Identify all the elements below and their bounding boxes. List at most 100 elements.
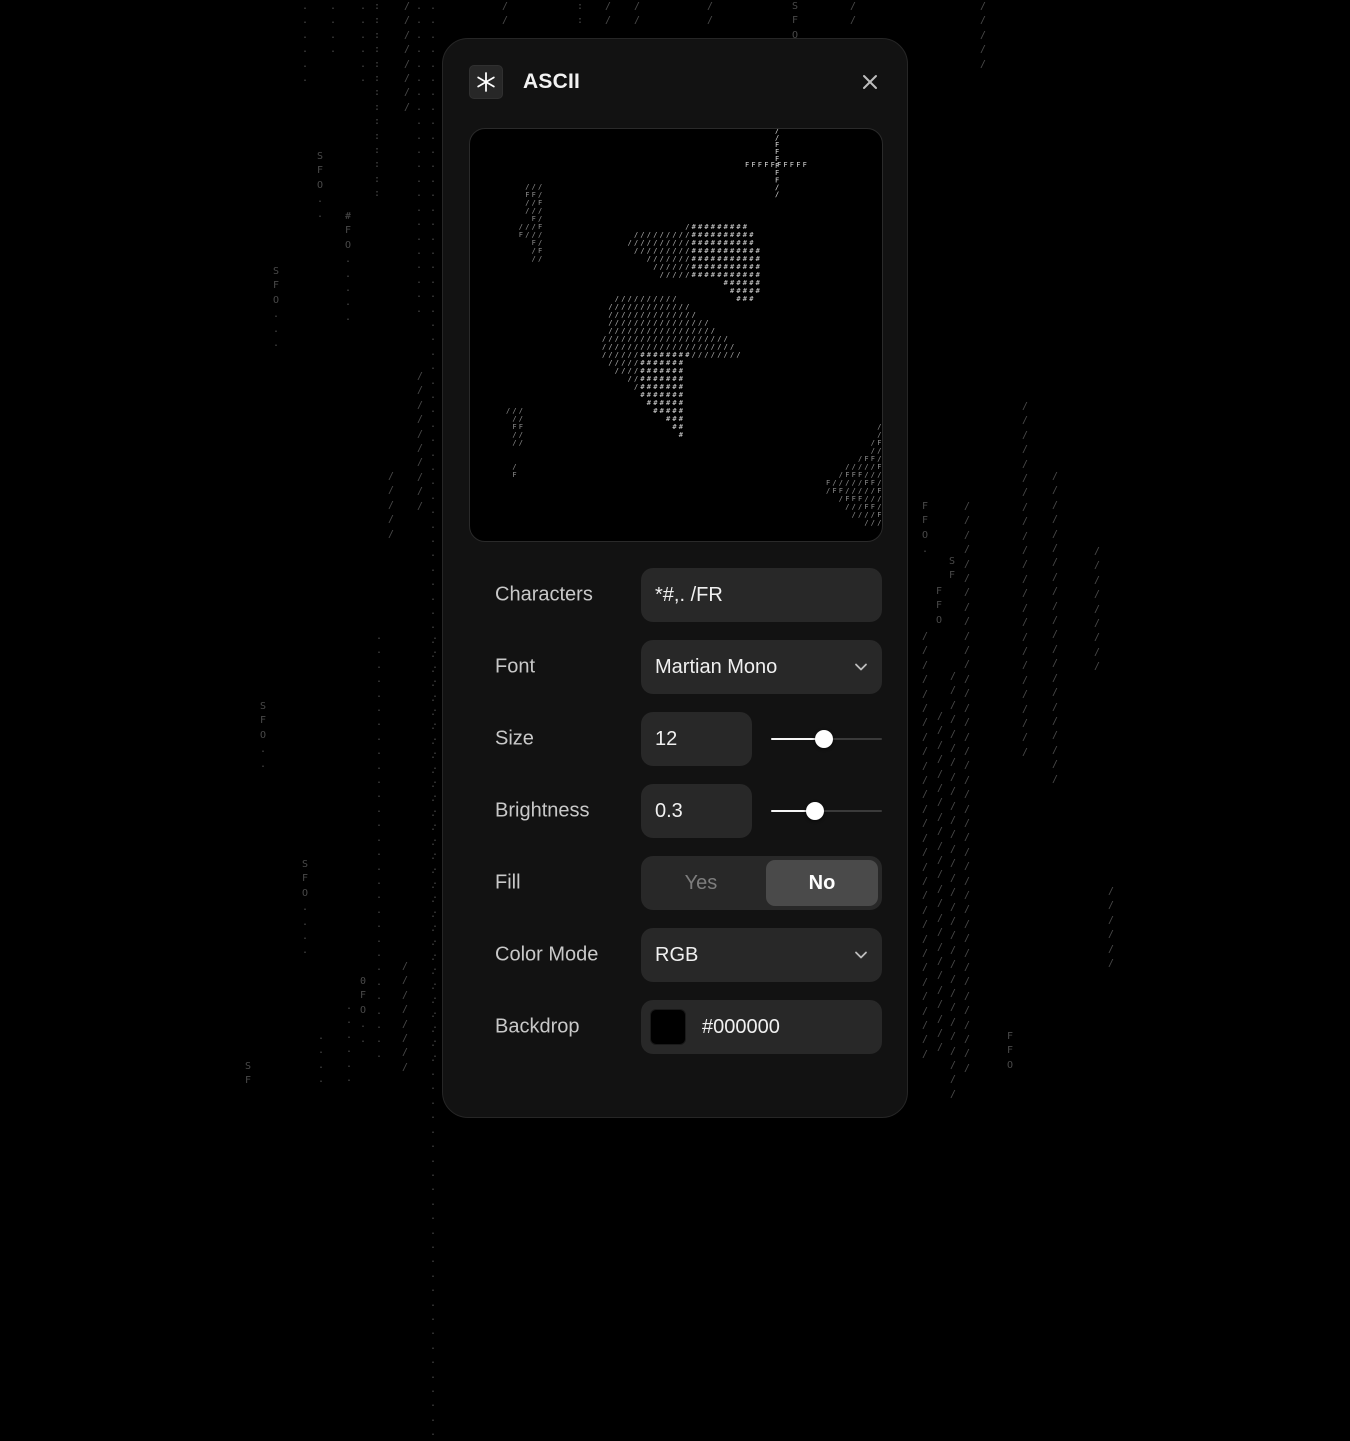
ascii-glyph: # [672,351,677,359]
ascii-glyph: / [653,247,657,255]
ascii-glyph: / [615,343,619,351]
ascii-glyph: # [672,423,677,431]
ascii-glyph: / [692,351,696,359]
characters-input[interactable]: *#,. /FR [641,568,882,622]
ascii-glyph: / [615,319,619,327]
ascii-glyph: F [532,239,536,247]
ascii-glyph: / [672,263,676,271]
color-mode-select[interactable]: RGB [641,928,882,982]
ascii-glyph: / [666,255,670,263]
backdrop-value: #000000 [702,1015,780,1038]
ascii-glyph: F [864,503,868,511]
ascii-glyph: / [615,327,619,335]
sparkle-glyph: F [751,161,755,169]
font-select[interactable]: Martian Mono [641,640,882,694]
ascii-glyph: / [736,351,740,359]
ascii-glyph: / [858,511,862,519]
ascii-glyph: / [653,343,657,351]
ascii-glyph: / [628,335,632,343]
ascii-glyph: # [698,247,703,255]
rain-column: / / [633,1,641,27]
slider-thumb[interactable] [806,802,825,820]
ascii-glyph: F [877,511,881,519]
ascii-glyph: # [730,263,735,271]
rain-column: . . . . . . . . . . . . . . . . . . . . … [429,1,437,1439]
rain-column: . . . . . . [359,1,367,85]
ascii-glyph: / [532,223,536,231]
ascii-glyph: # [730,271,735,279]
size-slider[interactable] [771,729,882,749]
ascii-glyph: # [736,247,741,255]
ascii-glyph: F [826,479,830,487]
ascii-glyph: # [640,391,645,399]
brightness-input[interactable]: 0.3 [641,784,752,838]
ascii-glyph: # [666,375,671,383]
ascii-glyph: / [826,487,830,495]
ascii-glyph: / [839,479,843,487]
color-mode-value: RGB [655,943,699,966]
ascii-glyph: / [640,247,644,255]
ascii-glyph: / [711,327,715,335]
ascii-glyph: # [704,255,709,263]
close-button[interactable] [859,71,881,93]
brightness-label: Brightness [495,799,590,822]
color-swatch[interactable] [650,1009,686,1045]
backdrop-color-input[interactable]: #000000 [641,1000,882,1054]
ascii-glyph: / [877,431,881,439]
rain-column: / / / / / / / / / / / / / / / / / / / / … [949,671,957,1100]
ascii-glyph: / [602,343,606,351]
ascii-glyph: / [538,255,542,263]
ascii-glyph: / [845,479,849,487]
ascii-glyph: # [717,247,722,255]
ascii-glyph: / [666,263,670,271]
ascii-glyph: / [640,327,644,335]
ascii-glyph: / [660,295,664,303]
sparkle-glyph: / [775,190,779,198]
ascii-glyph: / [672,295,676,303]
ascii-glyph: / [634,231,638,239]
ascii-glyph: / [615,303,619,311]
rain-column: / / / / / [387,471,395,540]
ascii-glyph: / [666,271,670,279]
ascii-glyph: # [660,351,665,359]
ascii-glyph: # [647,351,652,359]
ascii-glyph: # [756,255,761,263]
ascii-glyph: / [615,359,619,367]
ascii-glyph: / [653,255,657,263]
ascii-glyph: / [621,351,625,359]
ascii-glyph: # [743,295,748,303]
ascii-glyph: / [660,263,664,271]
ascii-glyph: # [730,223,735,231]
ascii-glyph: # [698,255,703,263]
rain-column: / / [604,1,612,27]
ascii-glyph: / [660,343,664,351]
ascii-glyph: # [698,231,703,239]
slider-thumb[interactable] [815,730,834,748]
ascii-glyph: F [839,487,843,495]
ascii-glyph: / [512,415,516,423]
ascii-glyph: / [615,311,619,319]
ascii-glyph: # [672,383,677,391]
ascii-glyph: / [685,255,689,263]
ascii-glyph: # [749,295,754,303]
ascii-glyph: # [640,375,645,383]
ascii-glyph: # [711,255,716,263]
sparkle-glyph: F [803,161,807,169]
fill-option-yes[interactable]: Yes [645,860,757,906]
ascii-glyph: / [538,183,542,191]
brightness-slider[interactable] [771,801,882,821]
ascii-glyph: # [692,255,697,263]
ascii-glyph: # [640,367,645,375]
ascii-glyph: / [871,463,875,471]
ascii-glyph: / [672,247,676,255]
rain-column: / / / / / / / / / / / / / / / / / / / / … [921,631,929,1060]
ascii-glyph: / [660,311,664,319]
fill-option-no[interactable]: No [766,860,878,906]
fill-row: Fill Yes No [495,856,882,910]
size-input[interactable]: 12 [641,712,752,766]
fill-label: Fill [495,871,521,894]
ascii-glyph: / [621,303,625,311]
ascii-glyph: # [672,367,677,375]
ascii-glyph: / [871,439,875,447]
ascii-glyph: / [538,207,542,215]
